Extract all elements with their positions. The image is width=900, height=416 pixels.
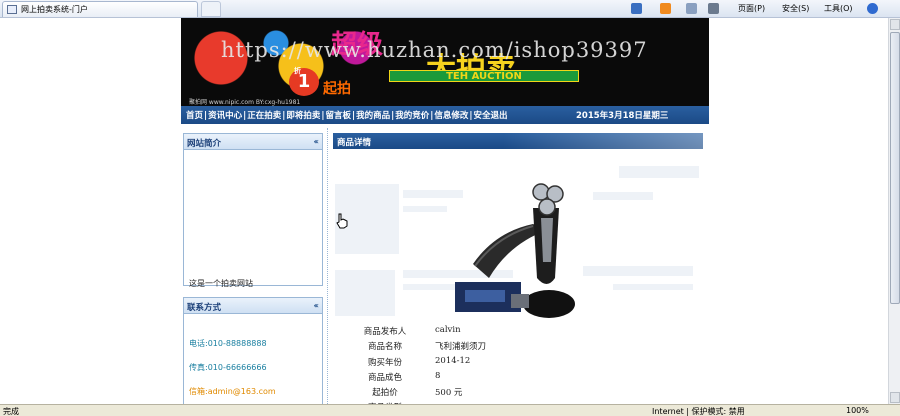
status-text: 完成 bbox=[3, 407, 19, 416]
contact-title: 联系方式 bbox=[187, 303, 222, 313]
nav-item[interactable]: 首页 bbox=[186, 111, 203, 121]
nav-separator: | bbox=[282, 111, 286, 121]
collapse-arrows-icon[interactable]: ‹‹‹ bbox=[313, 301, 318, 310]
field-label: 商品名称 bbox=[367, 342, 402, 352]
banner-start-label: 起拍 bbox=[323, 81, 351, 97]
home-icon[interactable] bbox=[631, 3, 642, 14]
scroll-up-button[interactable] bbox=[890, 19, 900, 30]
read-mail-icon[interactable] bbox=[686, 3, 697, 14]
site-banner: 超级 大拍卖 TEH AUCTION 1 折 起拍 https://www.hu… bbox=[181, 18, 709, 106]
scroll-thumb[interactable] bbox=[890, 32, 900, 304]
main-nav: 首页|资讯中心|正在拍卖|即将拍卖|留言板|我的商品|我的竞价|信息修改|安全退… bbox=[181, 106, 709, 124]
vertical-scrollbar[interactable] bbox=[888, 18, 900, 404]
collapse-arrows-icon[interactable]: ‹‹‹ bbox=[313, 137, 318, 146]
nav-separator: | bbox=[243, 111, 247, 121]
nav-item[interactable]: 安全退出 bbox=[474, 111, 508, 121]
field-label: 起拍价 bbox=[372, 388, 398, 398]
column-divider bbox=[327, 128, 328, 404]
about-panel: 网站简介 ‹‹‹ 这是一个拍卖网站 bbox=[183, 133, 323, 288]
product-box-label bbox=[465, 290, 505, 302]
browser-toolbar: 网上拍卖系统-门户 页面(P) 安全(S) 工具(O) bbox=[0, 0, 900, 18]
field-value: 8 bbox=[435, 371, 441, 381]
nav-separator: | bbox=[430, 111, 434, 121]
field-label: 商品成色 bbox=[367, 373, 402, 383]
contact-phone: 电话:010-88888888 bbox=[189, 339, 267, 348]
nav-item[interactable]: 即将拍卖 bbox=[286, 111, 320, 121]
current-date: 2015年3月18日星期三 bbox=[576, 111, 669, 121]
security-zone: Internet | 保护模式: 禁用 bbox=[652, 407, 745, 416]
contact-email[interactable]: 信箱:admin@163.com bbox=[189, 386, 276, 397]
nav-item[interactable]: 我的商品 bbox=[356, 111, 390, 121]
nav-separator: | bbox=[321, 111, 325, 121]
safety-menu[interactable]: 安全(S) bbox=[782, 2, 809, 16]
header-shade bbox=[503, 133, 703, 149]
shaver-base bbox=[523, 290, 575, 318]
shaver-trim bbox=[541, 218, 553, 262]
field-label: 购买年份 bbox=[367, 358, 402, 368]
help-icon[interactable] bbox=[867, 3, 878, 14]
page-menu[interactable]: 页面(P) bbox=[738, 2, 765, 16]
zoom-level[interactable]: 100% bbox=[846, 406, 869, 415]
about-text: 这是一个拍卖网站 bbox=[189, 279, 253, 288]
new-tab-button[interactable] bbox=[201, 1, 221, 17]
feeds-icon[interactable] bbox=[660, 3, 671, 14]
detail-header: 商品详情 bbox=[333, 133, 703, 149]
nav-item[interactable]: 正在拍卖 bbox=[247, 111, 281, 121]
scroll-down-button[interactable] bbox=[890, 392, 900, 403]
nav-item[interactable]: 留言板 bbox=[326, 111, 352, 121]
shaver-head-3 bbox=[538, 198, 556, 216]
nav-separator: | bbox=[469, 111, 473, 121]
tab-title: 网上拍卖系统-门户 bbox=[21, 5, 88, 14]
field-value: 500 元 bbox=[435, 388, 463, 398]
tools-menu[interactable]: 工具(O) bbox=[824, 2, 853, 16]
field-label: 商品发布人 bbox=[363, 327, 407, 337]
nav-item[interactable]: 资讯中心 bbox=[208, 111, 242, 121]
detail-title: 商品详情 bbox=[337, 138, 372, 148]
print-icon[interactable] bbox=[708, 3, 719, 14]
contact-panel: 联系方式 ‹‹‹ 电话:010-88888888 传真:010-66666666… bbox=[183, 297, 323, 405]
banner-discount-suffix: 折 bbox=[294, 67, 301, 75]
nav-separator: | bbox=[204, 111, 208, 121]
field-value: 飞利浦剃须刀 bbox=[435, 342, 487, 352]
watermark-text: https://www.huzhan.com/ishop39397 bbox=[221, 38, 648, 62]
page-icon bbox=[7, 5, 17, 14]
shaver-accessory bbox=[511, 294, 529, 308]
field-value: calvin bbox=[435, 325, 461, 335]
field-value: 2014-12 bbox=[435, 356, 471, 366]
nav-links: 首页|资讯中心|正在拍卖|即将拍卖|留言板|我的商品|我的竞价|信息修改|安全退… bbox=[186, 109, 509, 121]
banner-site-url: 聚拍网 www.nipic.com BY:cxg-hu1981 bbox=[189, 99, 301, 106]
about-title: 网站简介 bbox=[187, 139, 222, 149]
nav-separator: | bbox=[391, 111, 395, 121]
contact-header: 联系方式 ‹‹‹ bbox=[184, 298, 322, 314]
status-bar: 完成 Internet | 保护模式: 禁用 100% bbox=[0, 404, 900, 416]
about-header: 网站简介 ‹‹‹ bbox=[184, 134, 322, 150]
hand-cursor-icon bbox=[336, 213, 348, 229]
product-image bbox=[455, 183, 575, 318]
nav-separator: | bbox=[352, 111, 356, 121]
nav-item[interactable]: 信息修改 bbox=[434, 111, 468, 121]
contact-fax: 传真:010-66666666 bbox=[189, 363, 267, 372]
browser-tab[interactable]: 网上拍卖系统-门户 bbox=[2, 1, 198, 17]
nav-item[interactable]: 我的竞价 bbox=[395, 111, 429, 121]
banner-subtitle: TEH AUCTION bbox=[389, 70, 579, 82]
